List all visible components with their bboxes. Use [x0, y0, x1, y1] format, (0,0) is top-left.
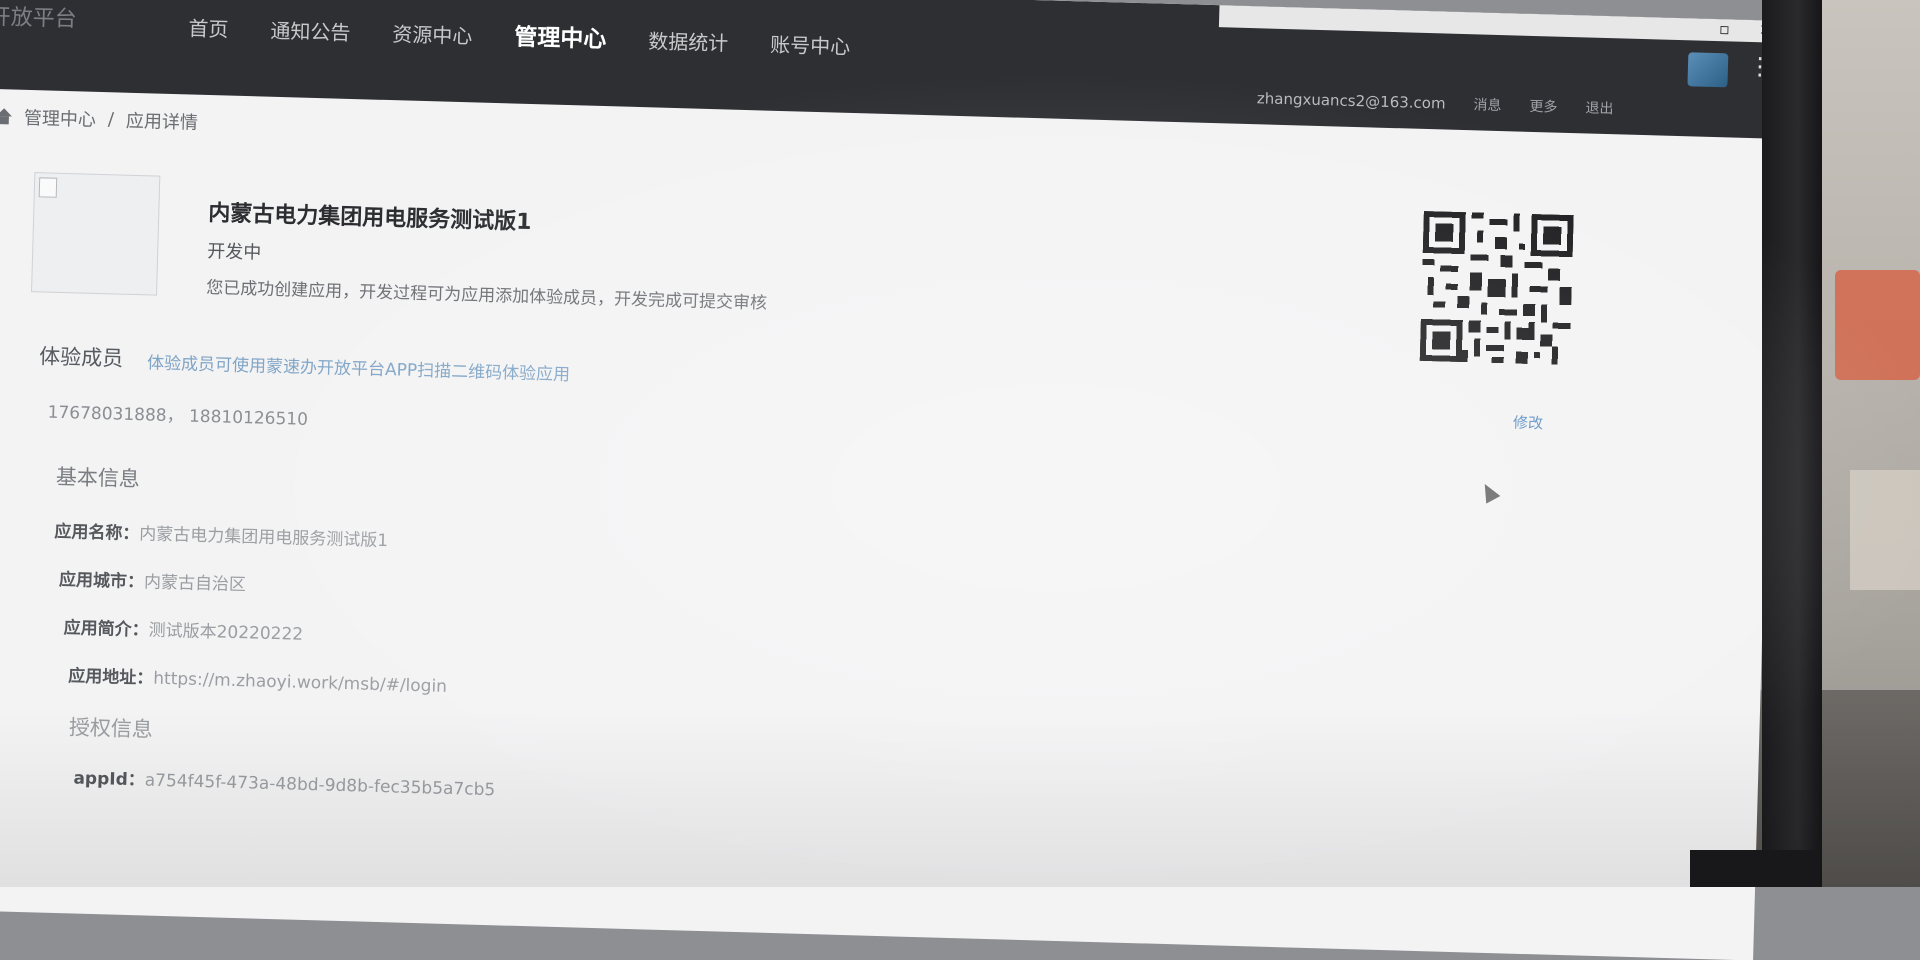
user-email: zhangxuancs2@163.com [1256, 89, 1446, 113]
breadcrumb-root[interactable]: 管理中心 [24, 104, 97, 132]
info-row-appid: appId：a754f45f-473a-48bd-9d8b-fec35b5a7c… [73, 763, 495, 800]
info-row-city: 应用城市：内蒙古自治区 [59, 565, 247, 595]
app-status: 开发中 [206, 241, 262, 264]
testers-heading: 体验成员 [38, 344, 124, 371]
breadcrumb-current: 应用详情 [125, 110, 199, 134]
nav-notices[interactable]: 通知公告 [270, 15, 351, 46]
logout-link[interactable]: 退出 [1585, 97, 1614, 118]
monitor-bezel [1762, 0, 1822, 887]
edit-testers-link[interactable]: 修改 [1513, 412, 1544, 434]
extension-icon[interactable] [1687, 52, 1729, 88]
testers-description: 体验成员可使用蒙速办开放平台APP扫描二维码体验应用 [146, 353, 571, 386]
info-row-intro: 应用简介：测试版本20220222 [63, 613, 303, 645]
home-icon[interactable] [0, 108, 12, 124]
info-label: 应用城市： [58, 570, 145, 593]
info-row-name: 应用名称：内蒙古电力集团用电服务测试版1 [54, 517, 388, 551]
nav-statistics[interactable]: 数据统计 [648, 25, 729, 56]
top-navbar: ▫ ✕ 开放平台 首页 通知公告 资源中心 管理中心 数据统计 账号中心 ⋮ z… [0, 0, 1780, 139]
minimize-icon[interactable]: ▫ [1719, 19, 1730, 38]
info-label: 应用地址： [68, 666, 154, 689]
app-message: 您已成功创建应用，开发过程可为应用添加体验成员，开发完成可提交审核 [205, 278, 768, 314]
info-value: 内蒙古自治区 [143, 572, 247, 596]
info-label: 应用名称： [54, 521, 140, 545]
basic-info-heading: 基本信息 [55, 464, 141, 492]
info-label: appId： [73, 768, 146, 791]
info-value[interactable]: https://m.zhaoyi.work/msb/#/login [153, 669, 447, 697]
qr-code-icon [1419, 210, 1574, 366]
brand-logo-text: 开放平台 [0, 4, 78, 33]
info-value: 内蒙古电力集团用电服务测试版1 [139, 524, 389, 552]
user-area: zhangxuancs2@163.com 消息 更多 退出 [1257, 88, 1614, 118]
info-label: 应用简介： [63, 618, 149, 641]
nav-home[interactable]: 首页 [188, 12, 229, 42]
monitor-screen: ▫ ✕ 开放平台 首页 通知公告 资源中心 管理中心 数据统计 账号中心 ⋮ z… [0, 0, 1780, 960]
mouse-cursor-icon [1477, 480, 1501, 504]
app-title: 内蒙古电力集团用电服务测试版1 [207, 201, 532, 236]
background-poster [1835, 270, 1920, 380]
info-row-url: 应用地址：https://m.zhaoyi.work/msb/#/login [68, 661, 447, 697]
nav-resources[interactable]: 资源中心 [392, 18, 473, 49]
monitor-bezel-bottom [1690, 850, 1820, 887]
main-nav: 首页 通知公告 资源中心 管理中心 数据统计 账号中心 [188, 8, 851, 60]
nav-account[interactable]: 账号中心 [770, 29, 851, 60]
breadcrumb-separator: / [107, 108, 115, 130]
background-panel [1850, 470, 1920, 590]
browser-titlebar [1218, 5, 1780, 43]
info-value: 测试版本20220222 [148, 620, 304, 645]
tester-phones: 17678031888， 18810126510 [47, 402, 309, 430]
info-value: a754f45f-473a-48bd-9d8b-fec35b5a7cb5 [144, 770, 496, 801]
nav-management[interactable]: 管理中心 [514, 18, 607, 55]
more-link[interactable]: 更多 [1529, 96, 1558, 117]
breadcrumb: 管理中心 / 应用详情 [0, 103, 199, 135]
messages-link[interactable]: 消息 [1473, 94, 1502, 115]
broken-image-icon [31, 172, 161, 296]
auth-info-heading: 授权信息 [68, 715, 154, 742]
